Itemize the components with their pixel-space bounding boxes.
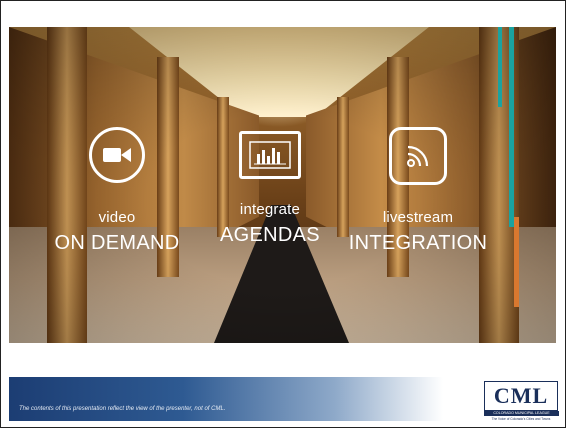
- cml-logo: CML COLORADO MUNICIPAL LEAGUE The Voice …: [484, 381, 559, 421]
- cml-logo-box: CML: [484, 381, 558, 411]
- disclaimer-text: The contents of this presentation reflec…: [19, 406, 226, 412]
- accent-bar-teal-short: [498, 27, 502, 107]
- agenda-monitor-icon: [239, 131, 301, 179]
- feature-video: video ON DEMAND: [32, 127, 202, 255]
- hero-image: video ON DEMAND integrate AGENDAS livest…: [9, 27, 556, 343]
- slide: video ON DEMAND integrate AGENDAS livest…: [0, 0, 566, 428]
- cml-logo-letters: CML: [493, 383, 549, 408]
- feature-agendas-big: AGENDAS: [220, 224, 320, 246]
- feature-livestream-small: livestream: [382, 209, 454, 226]
- cml-logo-tagline: The Voice of Colorado's Cities and Towns: [491, 417, 551, 421]
- feature-video-small: video: [98, 209, 136, 226]
- cml-logo-band: COLORADO MUNICIPAL LEAGUE: [484, 411, 559, 416]
- video-camera-icon: [89, 127, 145, 183]
- accent-bar-orange: [514, 217, 519, 307]
- rss-feed-icon: [389, 127, 447, 185]
- feature-livestream-big: INTEGRATION: [348, 232, 488, 254]
- feature-agendas-small: integrate: [239, 201, 301, 218]
- feature-livestream: livestream INTEGRATION: [333, 127, 503, 255]
- footer-band: [9, 377, 443, 421]
- feature-agendas: integrate AGENDAS: [185, 127, 355, 247]
- feature-video-big: ON DEMAND: [54, 232, 180, 254]
- accent-bar-teal-2: [509, 27, 514, 227]
